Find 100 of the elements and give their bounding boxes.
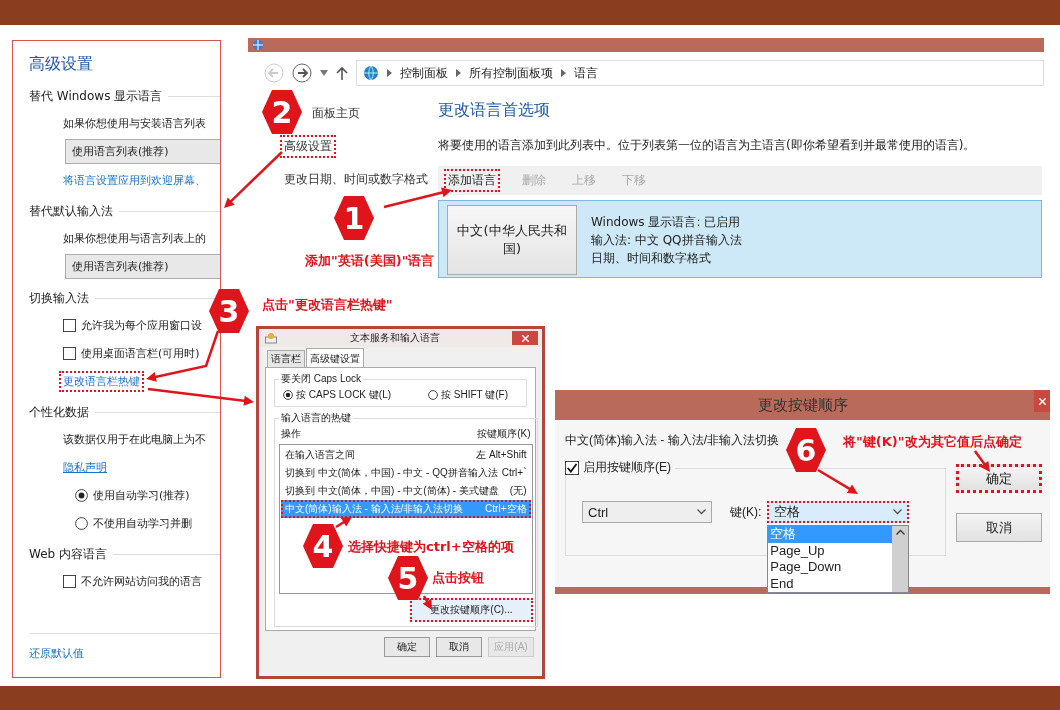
breadcrumb-item[interactable]: 语言 — [574, 64, 598, 82]
action-text: 切换到 中文(简体，中国) - 中文(简体) - 美式键盘 — [285, 485, 499, 497]
group-title: 输入语言的热键 — [280, 411, 352, 425]
section-heading: 切换输入法 — [29, 289, 89, 307]
description-text: 将要使用的语言添加到此列表中。位于列表第一位的语言为主语言(即你希望看到并最常使用的语言)。 — [438, 137, 977, 154]
sidebar-link[interactable]: 高级设置 — [280, 135, 336, 158]
description-text: 如果你想使用与语言列表上的 — [63, 230, 206, 246]
section-heading: 更改语言首选项 — [438, 100, 551, 121]
radio-label: 按 CAPS LOCK 键(L) — [296, 388, 392, 402]
checkbox-label: 允许我为每个应用窗口设 — [81, 317, 202, 333]
key-sequence-text: (无) — [509, 485, 527, 497]
key-sequence-text: Ctrl+空格 — [485, 503, 527, 515]
dropdown-value: 空格 — [774, 503, 801, 521]
description-text: 如果你想使用与安装语言列表 — [63, 115, 206, 131]
tab[interactable]: 高级键设置 — [306, 348, 364, 367]
checkbox-label: 启用按键顺序(E) — [583, 459, 671, 476]
arrow — [974, 450, 990, 472]
column-header: 按键顺序(K) — [477, 427, 531, 441]
dropdown-caret-icon — [320, 70, 328, 76]
language-row[interactable]: 中文(中华人民共和国) Windows 显示语言: 已启用 输入法: 中文 QQ拼音输入法 日期、时间和数字格式 — [438, 200, 1042, 278]
close-icon — [1038, 397, 1046, 405]
action-text: 切换到 中文(简体，中国) - 中文 - QQ拼音输入法 — [285, 467, 498, 479]
section-heading: 个性化数据 — [29, 403, 89, 421]
link[interactable]: 更改语言栏热键 — [59, 370, 144, 392]
link[interactable]: 隐私声明 — [59, 456, 111, 478]
checkbox-label: 使用桌面语言栏(可用时) — [81, 345, 200, 361]
dialog-button[interactable]: 确定 — [384, 637, 430, 657]
radio-label: 不使用自动学习并删 — [93, 515, 192, 531]
address-bar[interactable]: 控制面板 所有控制面板项 语言 — [356, 60, 1044, 86]
close-button[interactable] — [512, 331, 538, 345]
arrow — [817, 468, 858, 494]
arrow — [224, 151, 283, 208]
key-sequence-text: 左 Alt+Shift — [476, 449, 527, 461]
step-caption: 选择快捷键为ctrl+空格的项 — [348, 538, 514, 556]
radio-button[interactable] — [75, 516, 88, 530]
dropdown-option[interactable]: Page_Up — [768, 542, 893, 559]
key-sequence-text: Ctrl+` — [501, 467, 527, 479]
group-title: 要关闭 Caps Lock — [280, 372, 363, 386]
radio-button[interactable] — [283, 390, 293, 400]
panel-title: 高级设置 — [29, 52, 94, 75]
scroll-up-icon — [895, 529, 905, 535]
chevron-icon — [456, 69, 461, 77]
back-icon — [264, 63, 284, 83]
dialog-button[interactable]: 取消 — [956, 513, 1042, 542]
modifier-dropdown[interactable]: Ctrl — [582, 501, 712, 523]
link[interactable]: 将语言设置应用到欢迎屏幕、 — [59, 169, 210, 191]
dropdown-value: Ctrl — [588, 504, 609, 520]
dialog-title: 更改按键顺序 — [757, 395, 848, 415]
dialog-button[interactable]: 取消 — [436, 637, 482, 657]
chevron-down-icon — [697, 509, 706, 515]
restore-defaults-link[interactable]: 还原默认值 — [29, 647, 84, 660]
forward-icon — [292, 63, 312, 83]
globe-icon — [363, 65, 379, 81]
arrow — [422, 595, 432, 610]
tab[interactable]: 语言栏 — [267, 350, 305, 367]
dropdown-option[interactable]: End — [768, 575, 893, 592]
arrow — [383, 187, 452, 209]
dropdown-option[interactable]: Page_Down — [768, 559, 893, 576]
language-name: 中文(中华人民共和国) — [447, 205, 577, 275]
field-label: 键(K): — [730, 503, 762, 521]
breadcrumb-item[interactable]: 所有控制面板项 — [469, 64, 553, 82]
close-icon — [521, 334, 529, 342]
step-caption: 点击"更改语言栏热键" — [262, 296, 393, 314]
arrow — [335, 517, 352, 529]
step-caption: 添加"英语(美国)"语言 — [305, 252, 435, 270]
sidebar-link[interactable]: 面板主页 — [308, 102, 364, 125]
radio-label: 使用自动学习(推荐) — [93, 487, 190, 503]
up-arrow-icon — [336, 66, 348, 80]
language-detail: 输入法: 中文 QQ拼音输入法 — [591, 231, 742, 249]
chevron-down-icon — [893, 509, 903, 515]
language-dropdown[interactable]: 使用语言列表(推荐) — [65, 139, 220, 164]
globe-icon — [252, 39, 264, 51]
language-dropdown[interactable]: 使用语言列表(推荐) — [65, 254, 220, 279]
hotkey-row[interactable]: 在输入语言之间 左 Alt+Shift — [281, 446, 531, 464]
dialog-title: 文本服务和输入语言 — [348, 331, 441, 345]
radio-button[interactable] — [75, 488, 88, 502]
section-heading: 替代 Windows 显示语言 — [29, 87, 163, 105]
hotkey-row[interactable]: 切换到 中文(简体，中国) - 中文 - QQ拼音输入法 Ctrl+` — [281, 464, 531, 482]
language-detail: 日期、时间和数字格式 — [591, 249, 712, 267]
hotkey-row[interactable]: 切换到 中文(简体，中国) - 中文(简体) - 美式键盘 (无) — [281, 482, 531, 500]
description-text: 中文(简体)输入法 - 输入法/非输入法切换 — [565, 432, 779, 449]
checkbox[interactable] — [63, 318, 76, 332]
action-text: 中文(简体)输入法 - 输入法/非输入法切换 — [285, 503, 464, 515]
radio-button[interactable] — [427, 390, 438, 400]
section-heading: Web 内容语言 — [29, 545, 107, 563]
key-dropdown[interactable]: 空格 — [767, 501, 910, 523]
sidebar-link[interactable]: 更改日期、时间或数字格式 — [280, 168, 432, 191]
column-header: 操作 — [281, 427, 301, 441]
chevron-icon — [387, 69, 392, 77]
checkbox[interactable] — [63, 346, 76, 360]
checkbox[interactable] — [565, 460, 579, 475]
action-text: 在输入语言之间 — [285, 449, 355, 461]
breadcrumb-item[interactable]: 控制面板 — [400, 64, 448, 82]
change-key-sequence-button[interactable]: 更改按键顺序(C)... — [410, 598, 533, 622]
chevron-icon — [561, 69, 566, 77]
dialog-button[interactable]: 确定 — [956, 464, 1042, 493]
checkbox[interactable] — [63, 574, 76, 588]
step-caption: 点击按钮 — [432, 569, 484, 587]
close-button[interactable] — [1034, 390, 1050, 412]
language-detail: Windows 显示语言: 已启用 — [591, 213, 742, 231]
